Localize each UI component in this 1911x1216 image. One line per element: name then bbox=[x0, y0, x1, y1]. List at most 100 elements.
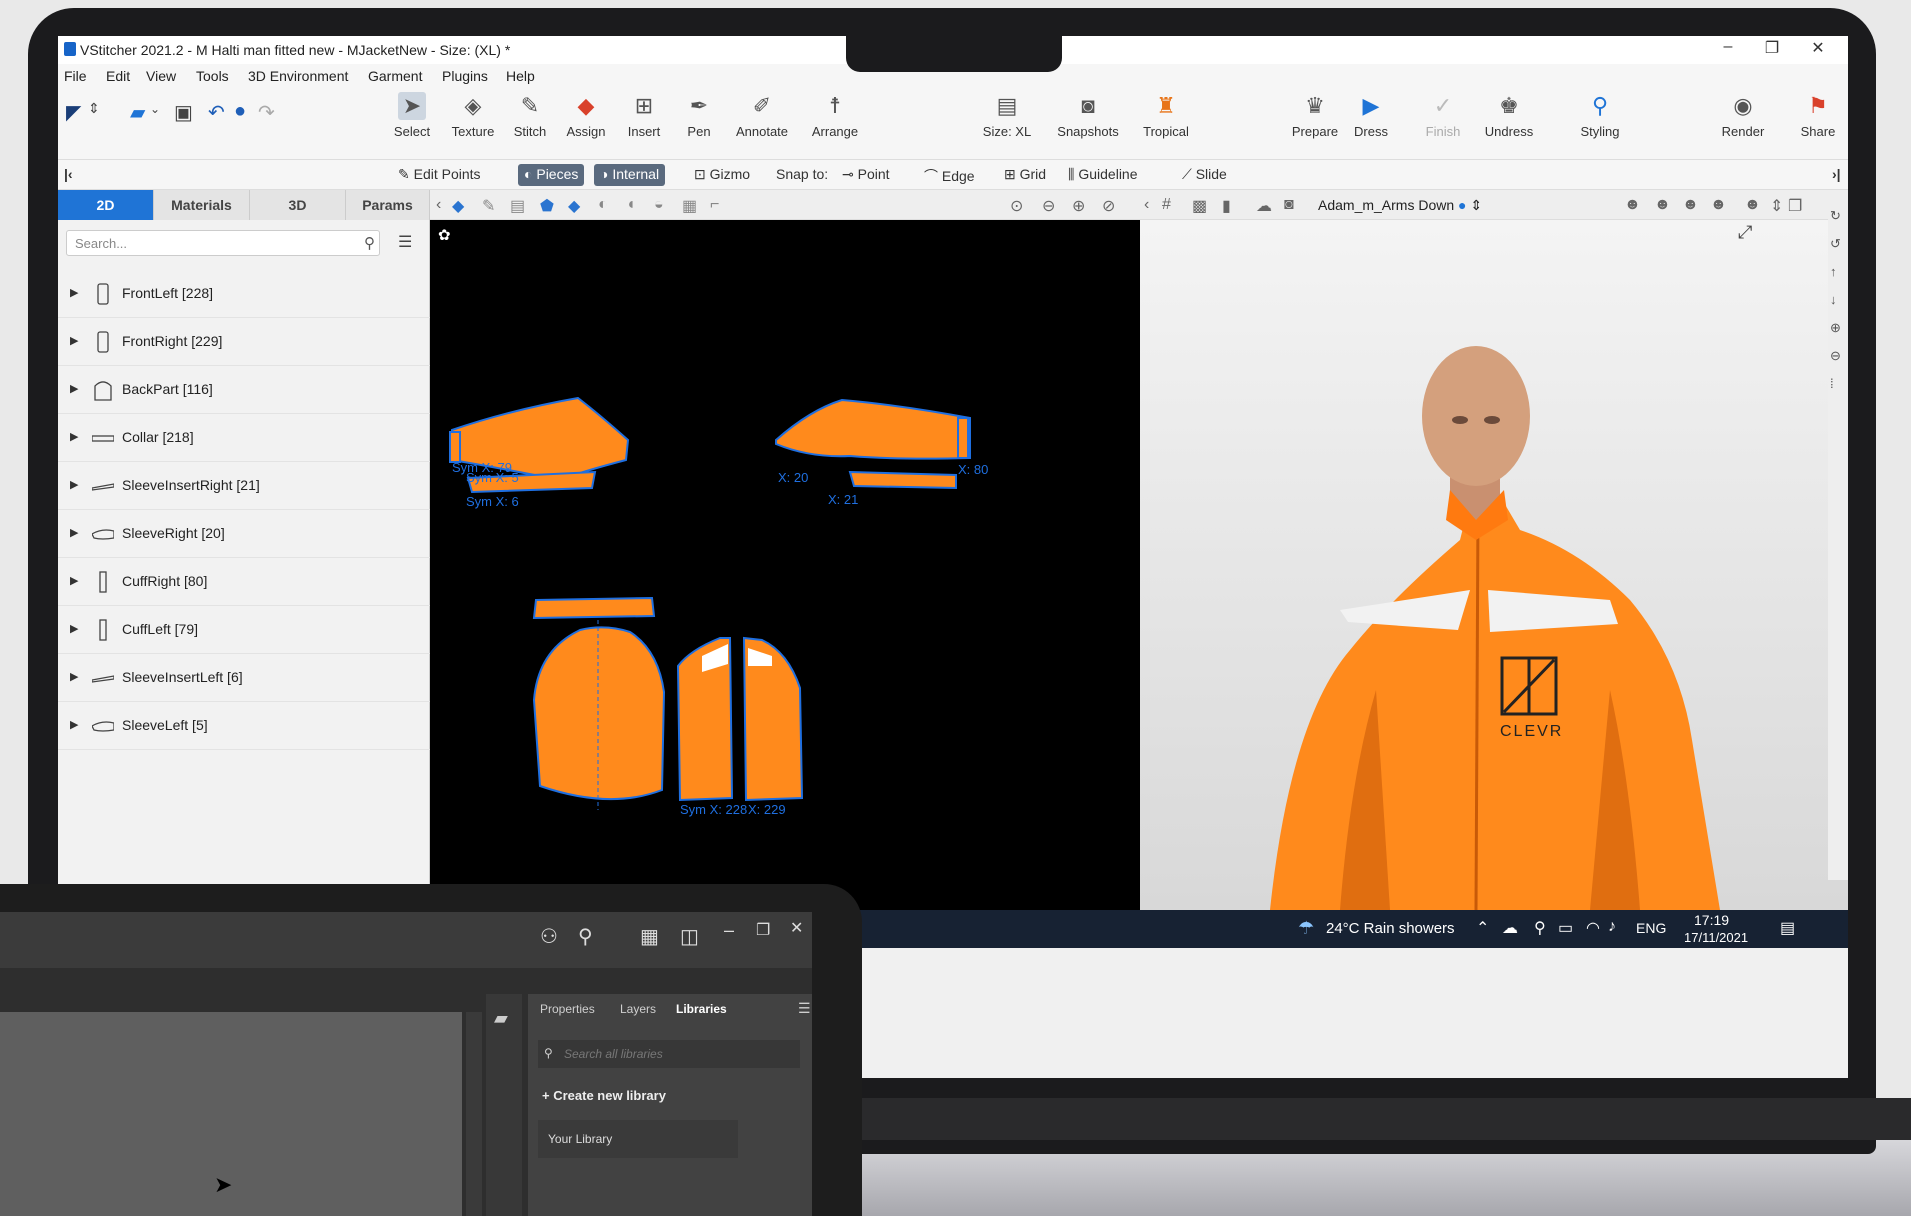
pose-icon[interactable]: ☻ bbox=[1710, 196, 1727, 214]
pen-tool[interactable]: ✒ Pen bbox=[682, 92, 716, 139]
tab-libraries[interactable]: Libraries bbox=[676, 1002, 727, 1016]
filter-icon[interactable]: ☰ bbox=[398, 232, 412, 252]
grid-toggle-icon[interactable]: ⁞ bbox=[1830, 376, 1834, 391]
search-input[interactable]: Search... bbox=[66, 230, 380, 256]
notifications-icon[interactable]: ▤ bbox=[1780, 918, 1795, 938]
snap-point-button[interactable]: ⊸ Point bbox=[836, 164, 896, 186]
snap-edge-button[interactable]: ⌒ Edge bbox=[918, 164, 981, 186]
view-angle-icon[interactable]: ☻ bbox=[1744, 196, 1761, 214]
styling-tool[interactable]: ⚲ Styling bbox=[1576, 92, 1624, 139]
chevron-down-icon[interactable]: ⌄ bbox=[150, 102, 160, 116]
up-icon[interactable]: ↑ bbox=[1830, 264, 1837, 279]
gizmo-button[interactable]: ⊡ Gizmo bbox=[688, 164, 756, 186]
zoom-fit-icon[interactable]: ⊙ bbox=[1010, 196, 1023, 216]
tab-properties[interactable]: Properties bbox=[540, 1002, 595, 1016]
pattern-2d-view[interactable]: ✿ Sym X: 79 Sym X: 5 Sym X: 6 X: 20 X: 8… bbox=[430, 220, 1140, 910]
workspace-icon[interactable]: ▦ bbox=[640, 924, 659, 949]
minimize-icon[interactable]: – bbox=[1708, 38, 1748, 56]
piece-row[interactable]: ▶ BackPart [116] bbox=[58, 366, 430, 414]
updown-icon[interactable]: ⇕ bbox=[1770, 196, 1783, 216]
product-icon[interactable]: ◤ bbox=[66, 100, 81, 125]
menu-file[interactable]: File bbox=[64, 68, 87, 84]
tab-2d[interactable]: 2D bbox=[58, 190, 154, 220]
pattern-canvas[interactable]: Sym X: 79 Sym X: 5 Sym X: 6 X: 20 X: 80 … bbox=[430, 220, 1140, 910]
pieces-view-icon[interactable]: ◆ bbox=[452, 196, 464, 216]
texture-view-icon[interactable]: ▩ bbox=[1192, 196, 1207, 216]
expand-arrow-icon[interactable]: ▶ bbox=[70, 574, 78, 587]
clock-date[interactable]: 17/11/2021 bbox=[1684, 930, 1748, 945]
ruler-icon[interactable]: ⌐ bbox=[710, 196, 719, 214]
chevron-updown-icon[interactable]: ⇕ bbox=[88, 100, 100, 117]
save-icon[interactable]: ▣ bbox=[174, 100, 193, 125]
piece-row[interactable]: ▶ SleeveInsertRight [21] bbox=[58, 462, 430, 510]
your-library-item[interactable]: Your Library bbox=[538, 1120, 738, 1158]
library-search-input[interactable]: ⚲ Search all libraries bbox=[538, 1040, 800, 1068]
stitch-tool[interactable]: ✎ Stitch bbox=[510, 92, 550, 139]
piece-row[interactable]: ▶ CuffLeft [79] bbox=[58, 606, 430, 654]
expand-arrow-icon[interactable]: ▶ bbox=[70, 670, 78, 683]
wand-icon[interactable]: ✎ bbox=[482, 196, 495, 216]
select-tool[interactable]: ➤ Select bbox=[390, 92, 434, 139]
tablet-restore-icon[interactable]: ❐ bbox=[756, 920, 770, 940]
menu-tools[interactable]: Tools bbox=[196, 68, 229, 84]
symmetry-icon[interactable]: ◆ bbox=[568, 196, 580, 216]
tab-3d[interactable]: 3D bbox=[250, 190, 346, 220]
redo-icon[interactable]: ↷ bbox=[258, 100, 275, 125]
down-icon[interactable]: ↓ bbox=[1830, 292, 1837, 307]
tab-params[interactable]: Params bbox=[346, 190, 430, 220]
zoom-out-icon[interactable]: ⊖ bbox=[1042, 196, 1055, 216]
cloud-icon[interactable]: ☁ bbox=[1256, 196, 1272, 216]
snap-grid-button[interactable]: ⊞ Grid bbox=[998, 164, 1052, 186]
internal-toggle[interactable]: ◑ Internal bbox=[594, 164, 666, 186]
wifi-icon[interactable]: ◠ bbox=[1586, 918, 1600, 938]
comment-icon[interactable]: ▰ bbox=[494, 1008, 508, 1029]
chevron-left-icon[interactable]: ‹ bbox=[436, 196, 441, 214]
rotate-icon[interactable]: ↻ bbox=[1830, 208, 1841, 224]
expand-arrow-icon[interactable]: ▶ bbox=[70, 286, 78, 299]
create-library-button[interactable]: + Create new library bbox=[542, 1088, 666, 1103]
battery-icon[interactable]: ▭ bbox=[1558, 918, 1573, 938]
tablet-scrollbar[interactable] bbox=[466, 1012, 482, 1216]
arrange-tool[interactable]: ☨ Arrange bbox=[810, 92, 860, 139]
tablet-close-icon[interactable]: ✕ bbox=[790, 918, 803, 938]
avatar-head-icon[interactable]: ☻ bbox=[1624, 196, 1641, 214]
volume-icon[interactable]: ♪ bbox=[1608, 918, 1616, 936]
window-icon[interactable]: ❐ bbox=[1788, 196, 1802, 216]
open-folder-icon[interactable]: ▰ bbox=[130, 100, 145, 125]
zoom-reset-icon[interactable]: ⊘ bbox=[1102, 196, 1115, 216]
layer-icon[interactable]: ▤ bbox=[510, 196, 525, 216]
avatar-select[interactable]: Adam_m_Arms Down ● ⇕ bbox=[1318, 197, 1482, 214]
camera-icon[interactable]: ◙ bbox=[1284, 196, 1294, 214]
piece-row[interactable]: ▶ Collar [218] bbox=[58, 414, 430, 462]
prepare-tool[interactable]: ♛ Prepare bbox=[1290, 92, 1340, 139]
weather-icon[interactable]: ☂ bbox=[1298, 918, 1314, 939]
finish-tool[interactable]: ✓ Finish bbox=[1422, 92, 1464, 139]
piece-row[interactable]: ▶ FrontLeft [228] bbox=[58, 270, 430, 318]
seam-icon[interactable]: ◒ bbox=[654, 196, 664, 214]
language-indicator[interactable]: ENG bbox=[1636, 920, 1666, 936]
dress-tool[interactable]: ▶ Dress bbox=[1350, 92, 1392, 139]
grid-view-icon[interactable]: ▦ bbox=[682, 196, 697, 216]
insert-tool[interactable]: ⊞ Insert bbox=[624, 92, 664, 139]
menu-garment[interactable]: Garment bbox=[368, 68, 422, 84]
menu-view[interactable]: View bbox=[146, 68, 176, 84]
expand-arrow-icon[interactable]: ▶ bbox=[70, 526, 78, 539]
texture-tool[interactable]: ◈ Texture bbox=[448, 92, 498, 139]
avatar-canvas[interactable]: CLEVR bbox=[1140, 220, 1848, 910]
piece-row[interactable]: ▶ SleeveInsertLeft [6] bbox=[58, 654, 430, 702]
annotate-tool[interactable]: ✐ Annotate bbox=[734, 92, 790, 139]
piece-row[interactable]: ▶ FrontRight [229] bbox=[58, 318, 430, 366]
piece-row[interactable]: ▶ SleeveRight [20] bbox=[58, 510, 430, 558]
collapse-right-icon[interactable]: ›| bbox=[1826, 164, 1847, 186]
panel-menu-icon[interactable]: ☰ bbox=[798, 1000, 811, 1017]
zoom-in-icon[interactable]: ⊕ bbox=[1072, 196, 1085, 216]
menu-plugins[interactable]: Plugins bbox=[442, 68, 488, 84]
expand-arrow-icon[interactable]: ▶ bbox=[70, 718, 78, 731]
piece-row[interactable]: ▶ CuffRight [80] bbox=[58, 558, 430, 606]
slide-button[interactable]: ⟋ Slide bbox=[1176, 164, 1233, 186]
close-icon[interactable]: ✕ bbox=[1798, 38, 1838, 58]
snap-guideline-button[interactable]: ⫼ Guideline bbox=[1062, 164, 1144, 186]
expand-arrow-icon[interactable]: ▶ bbox=[70, 382, 78, 395]
column-icon[interactable]: ▮ bbox=[1222, 196, 1231, 216]
menu-help[interactable]: Help bbox=[506, 68, 535, 84]
